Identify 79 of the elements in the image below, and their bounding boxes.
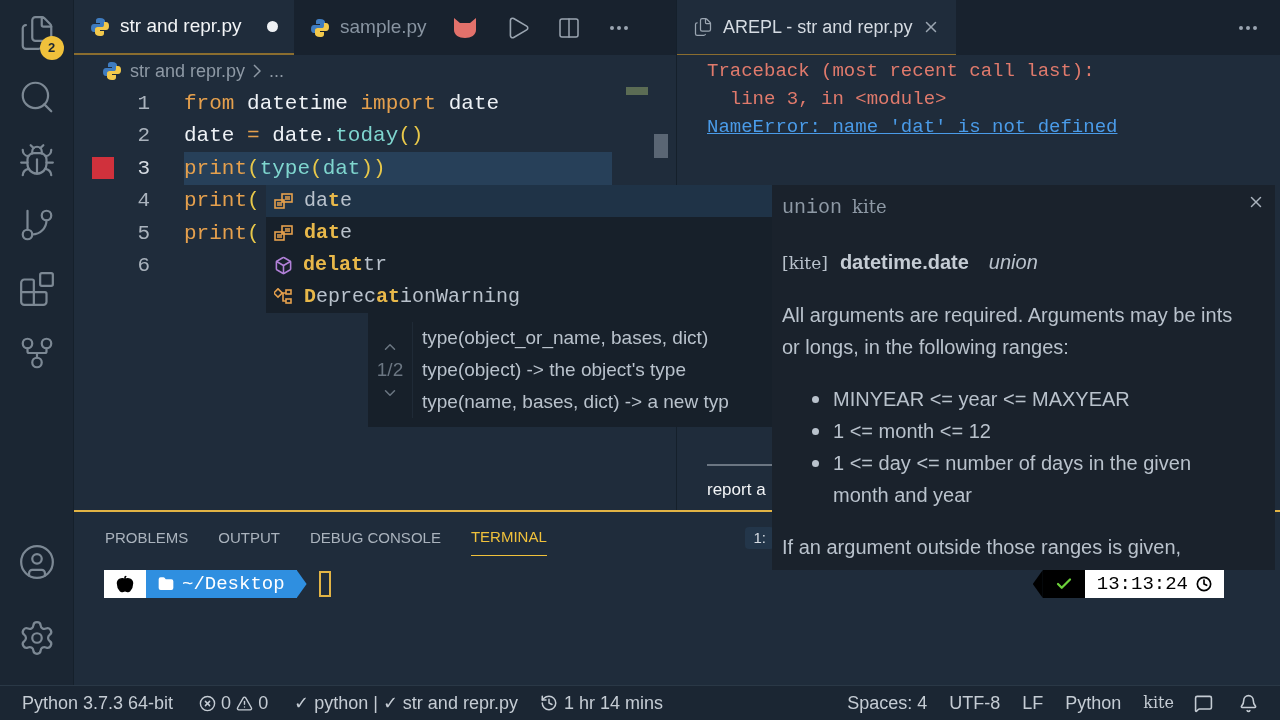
bullet-icon [812,428,819,435]
feedback-icon[interactable] [1194,693,1213,713]
kite-item[interactable]: kite [1143,691,1174,715]
account-icon[interactable] [17,543,56,581]
suggestion-item[interactable]: date [266,217,772,249]
report-text: report a [707,480,766,499]
kite-tag: [kite] [782,251,828,277]
traceback-line: line 3, in <module> [728,87,948,112]
bell-icon[interactable] [1239,693,1258,713]
line-number: 1 [136,90,150,117]
code-line: print( [184,220,260,247]
panel-tab[interactable]: OUTPUT [218,520,281,556]
editor-tab[interactable]: str and repr.py [74,0,294,55]
error-link[interactable]: NameError: name 'dat' is not defined [707,113,1250,141]
field-icon [274,224,294,242]
arepl-tab[interactable]: AREPL - str and repr.py [677,0,957,55]
apple-icon [116,575,134,593]
docs-bullet: 1 <= month <= 12 [833,419,991,444]
line-number: 6 [136,253,150,279]
terminal-cursor [318,571,331,597]
docs-paragraph: If an argument outside those ranges is given, [782,535,1183,560]
code-line: print( [184,188,260,214]
python-icon [310,17,330,38]
line-number: 2 [136,123,150,149]
extensions-icon[interactable] [17,270,56,308]
signature-line: type(object) -> the object's type [422,358,687,382]
lint-status[interactable]: ✓ python | ✓ str and repr.py [294,689,518,717]
eol-item[interactable]: LF [1022,689,1044,717]
interpreter-item[interactable]: Python 3.7.3 64-bit [22,689,174,717]
signature-line: type(object_or_name, bases, dict) [422,326,710,351]
clock-icon [1196,576,1212,592]
suggestion-item[interactable]: DeprecationWarning [266,281,772,313]
line-number: 4 [136,188,150,214]
code-line: date = date.today() [184,123,424,149]
error-count[interactable]: 0 [221,689,232,717]
breadcrumb-file[interactable]: str and repr.py [130,57,246,85]
suggestion-item[interactable]: delattr [266,249,772,281]
code-line: from datetime import date [184,90,500,117]
line-number: 3 [136,155,150,182]
terminal-number[interactable]: 1: [745,526,774,550]
error-icon [199,694,217,712]
symbol-type: union [988,250,1038,275]
docs-paragraph: All arguments are required. Arguments may be ints or longs, in the following ranges: [782,303,1234,360]
prompt-path-segment: ~/Desktop [146,570,297,598]
language-item[interactable]: Python [1065,689,1122,717]
folder-icon [158,576,174,592]
clock-segment: 13:13:24 [1084,570,1224,598]
field-icon [274,192,294,210]
split-editor-icon[interactable] [556,15,581,40]
breadcrumb-more[interactable]: ... [269,57,285,85]
line-number: 5 [136,220,150,247]
python-icon [102,61,122,81]
symbol-name: datetime.date [839,250,969,275]
class-icon [274,288,294,306]
warning-count[interactable]: 0 [258,689,269,717]
docs-header: union [782,195,842,221]
kite-logo: kite [852,195,887,219]
python-icon [90,16,110,37]
notification-badge: 2 [39,36,64,60]
indent-item[interactable]: Spaces: 4 [847,689,928,717]
editor-tab[interactable]: sample.py [294,0,443,55]
suggestion-item[interactable]: date [266,185,772,217]
panel-tab[interactable]: PROBLEMS [105,520,189,556]
panel-tab[interactable]: TERMINAL [470,520,547,556]
history-icon [539,694,558,712]
warning-icon [236,694,254,712]
cube-icon [274,255,293,275]
signature-counter: 1/2 [376,357,404,382]
encoding-item[interactable]: UTF-8 [949,689,1001,717]
bullet-icon [812,396,819,403]
signature-line: type(name, bases, dict) -> a new typ [422,390,729,414]
panel-tab[interactable]: DEBUG CONSOLE [310,520,441,556]
bullet-icon [812,460,819,467]
traceback-line: Traceback (most recent call last): [707,59,1096,84]
docs-bullet: MINYEAR <= year <= MAXYEAR [833,387,1130,412]
docs-bullet: 1 <= day <= number of days in the given month and year [833,451,1193,508]
chevron-icon [253,64,262,78]
session-time[interactable]: 1 hr 14 mins [563,689,663,717]
file-icon [693,17,713,37]
